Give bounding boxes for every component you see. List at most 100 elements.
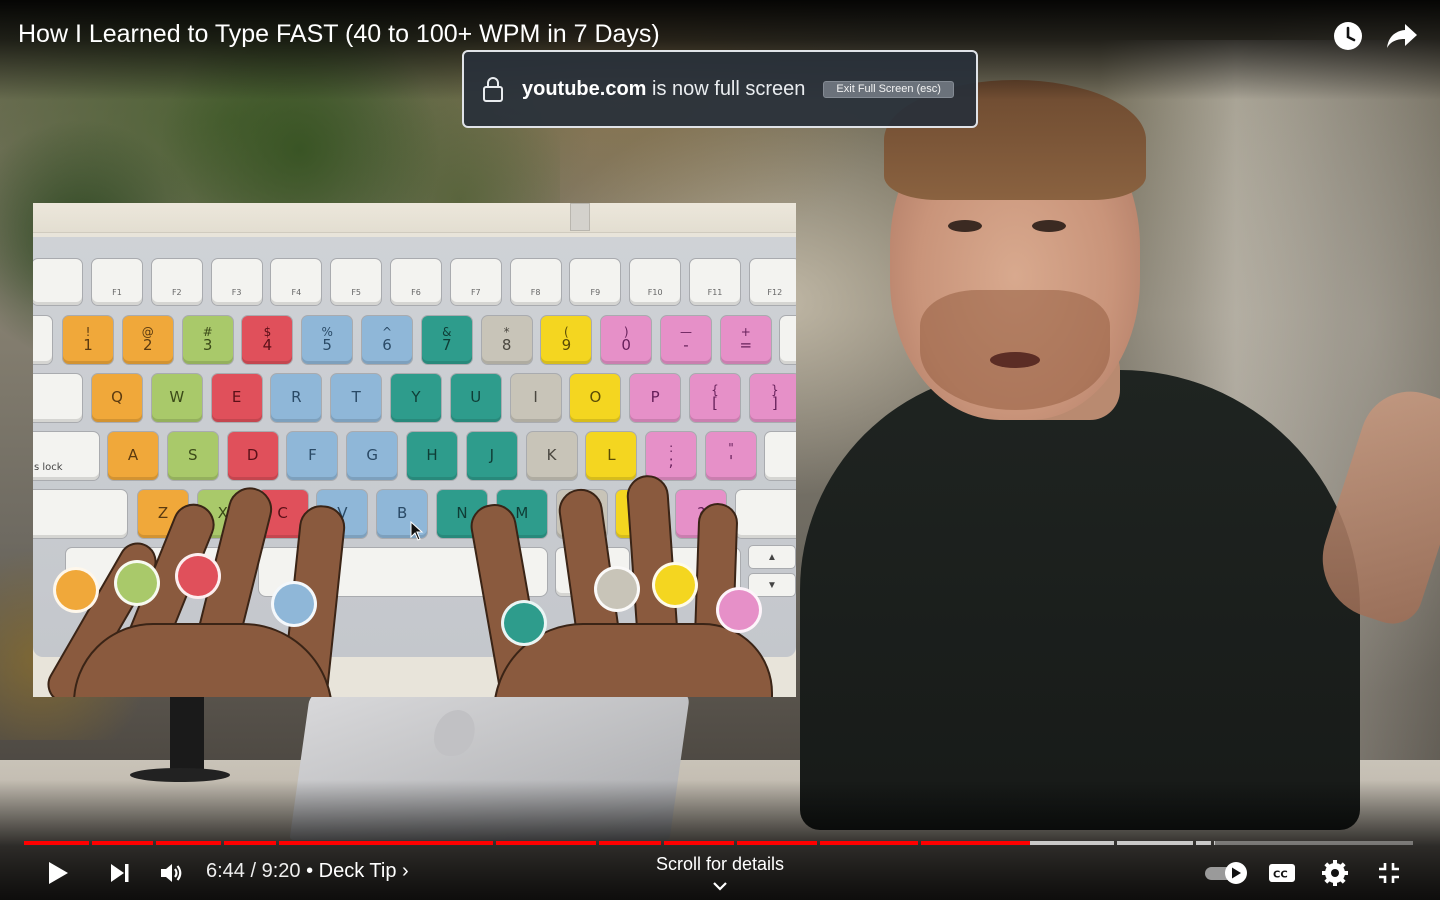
- chapter-segment[interactable]: [279, 841, 493, 845]
- video-frame[interactable]: F1 F2 F3 F4 F5 F6 F7 F8 F9 F10 F11 F12! 1 @2 #3 $4% 5 ^ 6 &…: [0, 0, 1440, 900]
- video-title[interactable]: How I Learned to Type FAST (40 to 100+ W…: [18, 20, 660, 49]
- key-label: S: [188, 446, 198, 465]
- played-fill: [737, 841, 817, 845]
- presenter-eye-left: [948, 220, 982, 232]
- key-label: U: [470, 388, 482, 407]
- chapter-segment[interactable]: [24, 841, 89, 845]
- keyboard-key: F6: [390, 258, 442, 306]
- chapter-segment[interactable]: [1117, 841, 1193, 845]
- volume-button[interactable]: [152, 852, 192, 894]
- share-button[interactable]: [1384, 18, 1420, 54]
- chapter-segment[interactable]: [599, 841, 661, 845]
- keyboard-key: #3: [181, 315, 234, 365]
- key-label: Z: [157, 504, 169, 523]
- exit-fullscreen-notice-button[interactable]: Exit Full Screen (esc): [823, 80, 954, 98]
- chapter-segment[interactable]: [820, 841, 918, 845]
- key-label: L: [607, 446, 616, 465]
- key-label: ': [728, 452, 734, 471]
- volume-icon: [161, 864, 182, 882]
- keyboard-key: — -: [660, 315, 712, 365]
- fn-key-label: F11: [707, 287, 723, 297]
- key-label: [: [712, 394, 718, 413]
- fn-key-label: F9: [590, 287, 601, 297]
- captions-icon: CC: [1269, 864, 1295, 882]
- time-display: 6:44 / 9:20 • Deck Tip ›: [206, 860, 409, 883]
- key-label: 1: [83, 336, 93, 355]
- key-label: O: [589, 388, 602, 407]
- autoplay-toggle[interactable]: [1202, 852, 1250, 894]
- mouse-cursor-icon: [410, 521, 424, 541]
- keyboard-key: ^ 6: [361, 315, 413, 365]
- key-label: R: [291, 388, 302, 407]
- presenter-beard: [920, 290, 1110, 410]
- keyboard-key: F10: [629, 258, 682, 306]
- chevron-down-icon[interactable]: [711, 880, 729, 892]
- chapter-link[interactable]: • Deck Tip ›: [301, 860, 409, 882]
- keyboard-key: F: [286, 431, 339, 481]
- keyboard-key: [33, 258, 83, 306]
- key-label: P: [650, 388, 660, 407]
- chapter-segment[interactable]: [92, 841, 153, 845]
- keyboard-key: J: [465, 431, 518, 481]
- played-fill: [24, 841, 89, 845]
- progress-bar[interactable]: [24, 841, 1416, 846]
- played-fill: [599, 841, 661, 845]
- presenter-torso: [800, 370, 1360, 830]
- next-button[interactable]: [100, 852, 140, 894]
- exit-fullscreen-button[interactable]: [1369, 852, 1409, 894]
- keyboard-key: L: [585, 431, 638, 481]
- key-label: Q: [111, 388, 123, 407]
- keyboard-key: " ': [705, 431, 757, 481]
- chapter-segment[interactable]: [496, 841, 596, 845]
- keyboard-key: F7: [449, 258, 502, 306]
- key-label: F: [308, 446, 317, 465]
- chapter-segment[interactable]: [737, 841, 817, 845]
- watch-later-button[interactable]: [1330, 18, 1366, 54]
- key-label: 9: [561, 336, 572, 355]
- keyboard-key: [764, 431, 796, 481]
- caps-lock-label: s lock: [34, 461, 63, 473]
- chapter-segment[interactable]: [921, 841, 1114, 845]
- fn-key-label: F1: [112, 287, 122, 297]
- keyboard-key: F5: [330, 258, 383, 306]
- laptop-logo: [431, 710, 478, 756]
- next-icon: [111, 864, 129, 882]
- chapter-segment[interactable]: [664, 841, 734, 845]
- keyboard-key: {[: [689, 373, 741, 423]
- keyboard-key: s lock: [33, 431, 100, 481]
- scroll-for-details[interactable]: Scroll for details: [620, 854, 820, 875]
- key-label: 7: [442, 336, 452, 355]
- captions-button[interactable]: CC: [1262, 852, 1302, 894]
- chapter-segment[interactable]: [1196, 841, 1211, 845]
- play-button[interactable]: [38, 852, 78, 894]
- key-label: ]: [771, 394, 778, 413]
- fn-key-label: F10: [647, 287, 663, 297]
- keyboard-key: F8: [509, 258, 562, 306]
- fullscreen-notice: youtube.com is now full screen Exit Full…: [462, 50, 978, 128]
- ring-blue: [271, 581, 317, 627]
- arrow-up-key: ▲: [748, 545, 796, 569]
- keyboard-key: E: [210, 373, 263, 423]
- watch-later-icon: [1334, 22, 1362, 50]
- played-fill: [156, 841, 221, 845]
- settings-button[interactable]: [1315, 852, 1355, 894]
- key-label: W: [169, 388, 185, 407]
- keyboard-key: W: [150, 373, 203, 423]
- fn-key-label: F6: [411, 287, 421, 297]
- key-label: 5: [322, 336, 332, 355]
- svg-text:CC: CC: [1273, 870, 1288, 881]
- keyboard-key: % 5: [301, 315, 354, 365]
- keyboard-key: O: [569, 373, 622, 423]
- key-label: 2: [143, 336, 153, 355]
- keyboard-key: S: [166, 431, 219, 481]
- chapter-segment[interactable]: [1214, 841, 1413, 845]
- fn-key-label: F8: [530, 287, 541, 297]
- chapter-segment[interactable]: [224, 841, 276, 845]
- keyboard-key: @2: [121, 315, 174, 365]
- ring-orange: [53, 567, 99, 613]
- chapter-segment[interactable]: [156, 841, 221, 845]
- buffered-fill: [1196, 841, 1211, 845]
- key-label: ;: [668, 452, 674, 471]
- played-fill: [279, 841, 493, 845]
- keyboard-key: [735, 489, 796, 539]
